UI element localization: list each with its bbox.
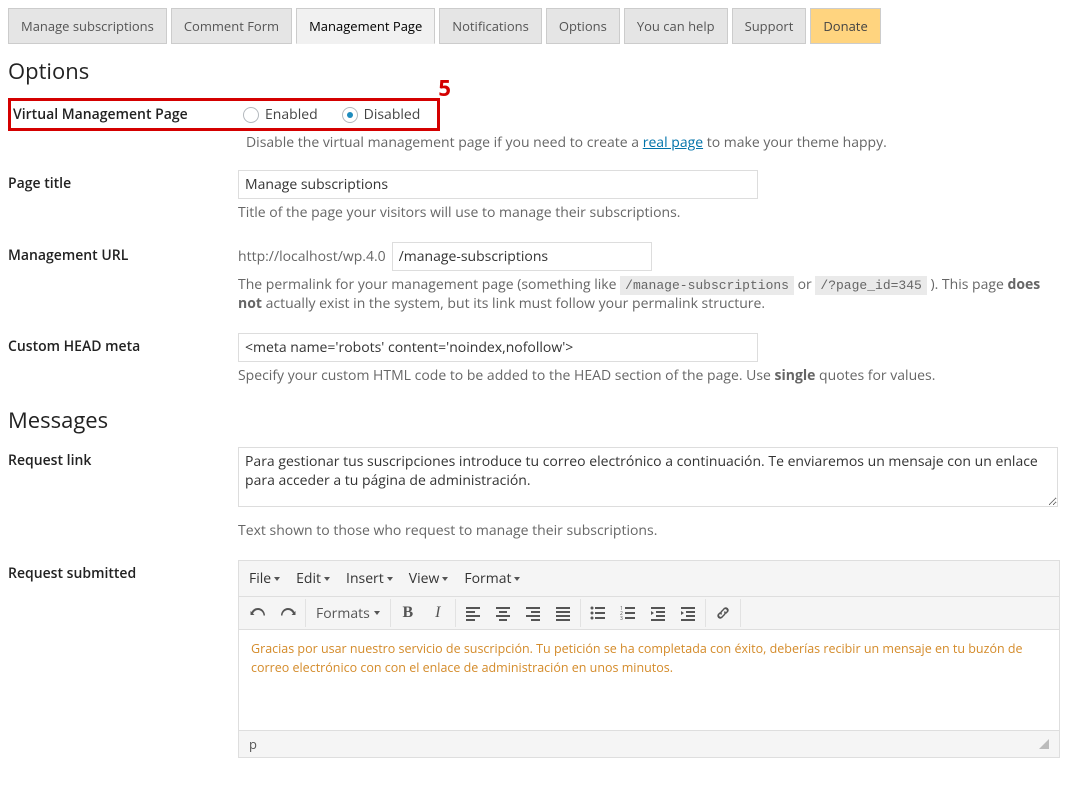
editor-path: p: [249, 735, 257, 753]
section-messages-heading: Messages: [8, 405, 1067, 435]
caret-icon: [514, 577, 520, 581]
radio-label: Disabled: [364, 105, 421, 124]
link-real-page[interactable]: real page: [643, 133, 703, 152]
tab-donate[interactable]: Donate: [810, 8, 880, 44]
url-prefix: http://localhost/wp.4.0: [238, 247, 386, 266]
formats-dropdown[interactable]: Formats: [308, 599, 388, 627]
menu-insert[interactable]: Insert: [338, 563, 401, 594]
svg-text:3: 3: [620, 616, 623, 621]
code-example-2: /?page_id=345: [815, 276, 926, 295]
section-options-heading: Options: [8, 56, 1067, 86]
redo-button[interactable]: [273, 599, 303, 627]
tab-support[interactable]: Support: [732, 8, 807, 44]
caret-icon: [387, 577, 393, 581]
align-right-button[interactable]: [518, 599, 548, 627]
desc-vmp: Disable the virtual management page if y…: [246, 133, 1067, 152]
tab-manage-subscriptions[interactable]: Manage subscriptions: [8, 8, 167, 44]
tab-management-page[interactable]: Management Page: [296, 8, 435, 44]
radio-vmp-disabled[interactable]: Disabled: [342, 105, 421, 124]
caret-icon: [442, 577, 448, 581]
textarea-request-link[interactable]: Para gestionar tus suscripciones introdu…: [238, 447, 1058, 507]
menu-format[interactable]: Format: [456, 563, 528, 594]
radio-icon: [243, 107, 259, 123]
outdent-button[interactable]: [643, 599, 673, 627]
align-left-button[interactable]: [458, 599, 488, 627]
desc-page-title: Title of the page your visitors will use…: [238, 203, 1067, 222]
italic-button[interactable]: I: [423, 599, 453, 627]
bold-button[interactable]: B: [393, 599, 423, 627]
radio-label: Enabled: [265, 105, 318, 124]
editor-menubar: File Edit Insert View Format: [239, 561, 1059, 597]
label-request-link: Request link: [8, 447, 238, 470]
tab-you-can-help[interactable]: You can help: [624, 8, 728, 44]
resize-handle-icon[interactable]: [1039, 739, 1049, 749]
caret-icon: [324, 577, 330, 581]
radio-vmp-enabled[interactable]: Enabled: [243, 105, 318, 124]
label-virtual-management-page: Virtual Management Page: [13, 105, 243, 124]
editor-statusbar: p: [239, 730, 1059, 757]
label-page-title: Page title: [8, 170, 238, 193]
input-management-url[interactable]: [392, 242, 652, 271]
numbered-list-button[interactable]: 123: [613, 599, 643, 627]
code-example-1: /manage-subscriptions: [620, 276, 794, 295]
menu-view[interactable]: View: [401, 563, 457, 594]
label-request-submitted: Request submitted: [8, 560, 238, 583]
annotation-number: 5: [438, 73, 451, 103]
tab-notifications[interactable]: Notifications: [439, 8, 542, 44]
menu-edit[interactable]: Edit: [288, 563, 338, 594]
align-justify-button[interactable]: [548, 599, 578, 627]
bullet-list-button[interactable]: [583, 599, 613, 627]
desc-custom-head: Specify your custom HTML code to be adde…: [238, 366, 1067, 385]
rich-text-editor: File Edit Insert View Format Formats B I: [238, 560, 1060, 758]
input-page-title[interactable]: [238, 170, 758, 199]
editor-content[interactable]: Gracias por usar nuestro servicio de sus…: [239, 630, 1059, 730]
indent-button[interactable]: [673, 599, 703, 627]
menu-file[interactable]: File: [241, 563, 288, 594]
caret-icon: [374, 611, 380, 615]
align-center-button[interactable]: [488, 599, 518, 627]
label-management-url: Management URL: [8, 242, 238, 265]
tab-options[interactable]: Options: [546, 8, 620, 44]
tab-bar: Manage subscriptions Comment Form Manage…: [8, 8, 1067, 44]
caret-icon: [274, 577, 280, 581]
desc-management-url: The permalink for your management page (…: [238, 275, 1067, 313]
radio-icon: [342, 107, 358, 123]
desc-request-link: Text shown to those who request to manag…: [238, 521, 1067, 540]
label-custom-head: Custom HEAD meta: [8, 333, 238, 356]
editor-toolbar: Formats B I 123: [239, 597, 1059, 630]
tab-comment-form[interactable]: Comment Form: [171, 8, 292, 44]
input-custom-head[interactable]: [238, 333, 758, 362]
link-button[interactable]: [708, 599, 738, 627]
undo-button[interactable]: [243, 599, 273, 627]
annotation-box: 5 Virtual Management Page Enabled Disabl…: [8, 98, 440, 131]
